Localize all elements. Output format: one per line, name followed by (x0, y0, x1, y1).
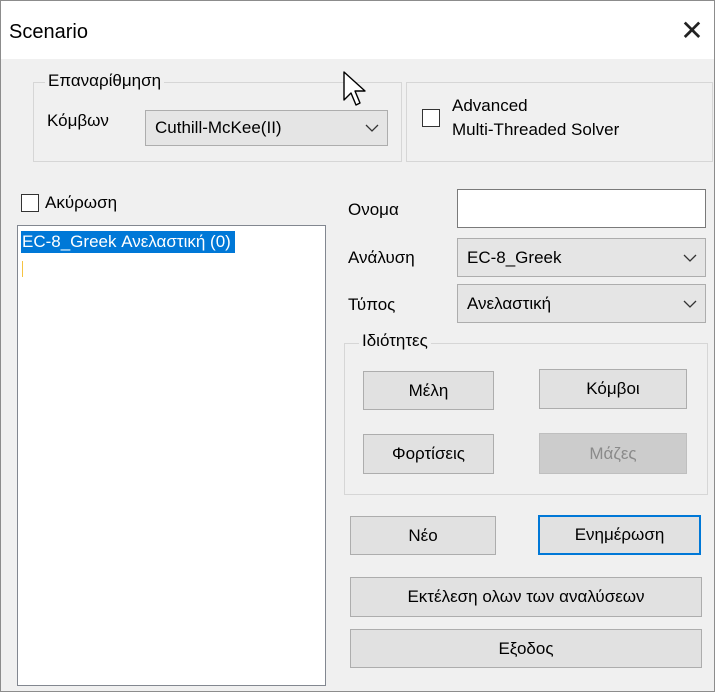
name-field[interactable] (457, 189, 706, 228)
analysis-select[interactable]: EC-8_Greek (457, 238, 706, 277)
scenario-dialog: Scenario ✕ Επαναρίθμηση Κόμβων Cuthill-M… (0, 0, 715, 692)
analysis-value: EC-8_Greek (467, 247, 562, 267)
name-label: Ονομα (348, 200, 399, 219)
loads-button[interactable]: Φορτίσεις (363, 434, 494, 474)
renumbering-method-select[interactable]: Cuthill-McKee(II) (145, 110, 388, 146)
update-button[interactable]: Ενημέρωση (538, 515, 701, 555)
advanced-solver-checkbox[interactable] (422, 109, 440, 127)
analysis-label: Ανάλυση (348, 248, 415, 267)
renumbering-legend: Επαναρίθμηση (45, 71, 165, 91)
text-caret (22, 261, 23, 277)
title-bar: Scenario ✕ (1, 1, 714, 59)
mouse-pointer-icon (343, 71, 366, 106)
chevron-down-icon (683, 254, 697, 262)
renumbering-method-value: Cuthill-McKee(II) (155, 118, 282, 137)
type-select[interactable]: Ανελαστική (457, 284, 706, 323)
advanced-solver-label-line1: Advanced (452, 96, 528, 115)
list-item[interactable]: EC-8_Greek Ανελαστική (0) (21, 231, 235, 253)
chevron-down-icon (365, 124, 379, 132)
run-all-analyses-button[interactable]: Εκτέλεση ολων των αναλύσεων (350, 577, 702, 617)
window-title: Scenario (9, 21, 88, 43)
advanced-solver-label-line2: Multi-Threaded Solver (452, 120, 620, 139)
nodes-button[interactable]: Κόμβοι (539, 369, 687, 409)
close-icon[interactable]: ✕ (677, 16, 707, 46)
members-button[interactable]: Μέλη (363, 371, 494, 410)
properties-legend: Ιδιότητες (359, 331, 431, 351)
cancel-label: Ακύρωση (45, 193, 118, 212)
exit-button[interactable]: Εξοδος (350, 629, 702, 668)
type-value: Ανελαστική (467, 293, 552, 313)
type-label: Τύπος (348, 295, 396, 314)
new-button[interactable]: Νέο (350, 516, 496, 555)
nodes-renumber-label: Κόμβων (47, 111, 109, 130)
masses-button: Μάζες (539, 433, 687, 474)
chevron-down-icon (683, 300, 697, 308)
scenario-listbox[interactable]: EC-8_Greek Ανελαστική (0) (17, 225, 326, 686)
cancel-checkbox[interactable] (21, 194, 39, 212)
